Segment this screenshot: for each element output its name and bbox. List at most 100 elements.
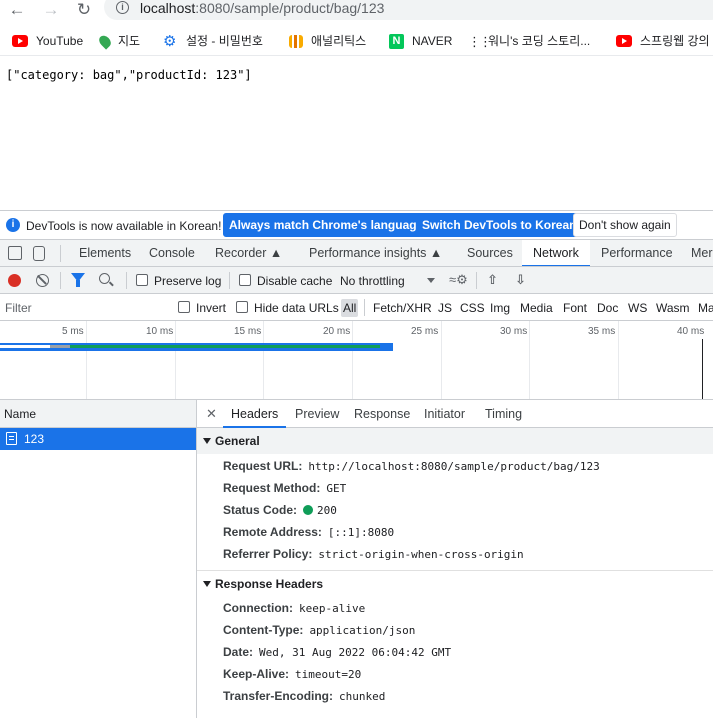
request-details-panel: ✕ Headers Preview Response Initiator Tim… (197, 400, 713, 718)
network-conditions-icon[interactable]: ≈⚙ (449, 272, 468, 288)
always-match-language-button[interactable]: Always match Chrome's language (223, 213, 430, 237)
tab-preview[interactable]: Preview (295, 400, 339, 428)
bookmark-youtube[interactable]: YouTube (12, 32, 83, 50)
header-value: timeout=20 (295, 668, 362, 681)
record-icon[interactable] (8, 274, 21, 287)
tab-performance[interactable]: Performance (601, 240, 673, 266)
tick-label: 5 ms (62, 326, 84, 337)
invert-label: Invert (196, 301, 227, 315)
tab-console[interactable]: Console (149, 240, 195, 266)
tick-label: 20 ms (323, 326, 351, 337)
filter-type-fetch-xhr[interactable]: Fetch/XHR (371, 299, 434, 317)
invert-checkbox[interactable] (178, 301, 190, 313)
bookmark-password-settings[interactable]: ⚙ 설정 - 비밀번호 (163, 32, 263, 50)
status-ok-icon (303, 505, 314, 515)
header-row-status-code: Status Code: 200 (197, 499, 713, 521)
network-toolbar: Preserve log Disable cache No throttling… (0, 267, 713, 294)
filter-type-font[interactable]: Font (561, 299, 589, 317)
naver-icon: N (389, 33, 404, 49)
grid-line (352, 321, 353, 399)
forward-arrow-icon[interactable]: → (40, 1, 62, 19)
tab-timing[interactable]: Timing (485, 400, 522, 428)
export-har-icon[interactable]: ⇩ (515, 272, 526, 288)
bookmark-coding-story[interactable]: ⋮⋮ 워니's 코딩 스토리... (468, 32, 590, 50)
clear-icon[interactable] (36, 274, 49, 287)
tab-sources[interactable]: Sources (467, 240, 513, 266)
devtools-tabbar: Elements Console Recorder ▲ Performance … (0, 240, 713, 267)
flask-icon: ▲ (429, 246, 443, 260)
network-filter-bar: Invert Hide data URLs All Fetch/XHR JS C… (0, 294, 713, 321)
tab-initiator[interactable]: Initiator (424, 400, 465, 428)
devtools-infobar: i DevTools is now available in Korean! A… (0, 210, 713, 240)
name-column-header[interactable]: Name (0, 400, 196, 428)
filter-type-img[interactable]: Img (488, 299, 512, 317)
bookmark-label: 애널리틱스 (311, 34, 367, 48)
close-icon[interactable]: ✕ (206, 406, 217, 422)
tab-recorder-label: Recorder (215, 246, 267, 260)
filter-type-manifest[interactable]: Ma (696, 299, 713, 317)
preserve-log-checkbox[interactable] (136, 274, 148, 286)
search-icon[interactable] (99, 273, 110, 284)
chevron-down-icon[interactable] (427, 278, 435, 283)
filter-type-css[interactable]: CSS (458, 299, 487, 317)
throttling-select[interactable]: No throttling (340, 274, 405, 288)
filter-type-all[interactable]: All (341, 299, 359, 317)
filter-type-doc[interactable]: Doc (595, 299, 620, 317)
header-value: keep-alive (299, 602, 366, 615)
filter-type-js[interactable]: JS (436, 299, 454, 317)
tick-label: 25 ms (411, 326, 439, 337)
filter-type-wasm[interactable]: Wasm (654, 299, 692, 317)
bookmark-naver[interactable]: N NAVER (389, 32, 452, 50)
header-row-request-method: Request Method: GET (197, 477, 713, 499)
timing-segment-queue (0, 345, 50, 348)
analytics-icon (289, 34, 303, 48)
hide-data-urls-checkbox[interactable] (236, 301, 248, 313)
tab-recorder[interactable]: Recorder ▲ (215, 240, 282, 266)
gear-icon: ⚙ (163, 32, 177, 50)
header-row-transfer-encoding: Transfer-Encoding: chunked (197, 685, 713, 707)
request-row[interactable]: 123 (0, 428, 196, 450)
response-headers-section-header[interactable]: Response Headers (197, 570, 713, 596)
bookmark-maps[interactable]: 지도 (96, 32, 140, 50)
disable-cache-checkbox[interactable] (239, 274, 251, 286)
hide-data-urls-label: Hide data URLs (254, 301, 339, 315)
header-key: Connection: (223, 601, 293, 615)
tab-memory[interactable]: Mer (691, 240, 713, 266)
filter-type-ws[interactable]: WS (626, 299, 649, 317)
filter-input[interactable] (0, 297, 166, 318)
tab-performance-insights[interactable]: Performance insights ▲ (309, 240, 443, 266)
tab-network[interactable]: Network (522, 240, 590, 266)
general-section-header[interactable]: General (197, 428, 713, 454)
site-info-icon[interactable]: i (116, 1, 129, 14)
timing-segment-waiting (70, 345, 380, 348)
bookmarks-bar: YouTube 지도 ⚙ 설정 - 비밀번호 애널리틱스 N NAVER ⋮⋮ 워니'… (0, 26, 713, 56)
tab-elements[interactable]: Elements (79, 240, 131, 266)
url-text[interactable]: localhost:8080/sample/product/bag/123 (140, 0, 384, 16)
filter-type-media[interactable]: Media (518, 299, 555, 317)
device-toolbar-icon[interactable] (33, 246, 45, 261)
dots-icon: ⋮⋮ (468, 34, 492, 49)
switch-to-korean-button[interactable]: Switch DevTools to Korean (416, 213, 583, 237)
header-key: Transfer-Encoding: (223, 689, 334, 703)
response-headers-title: Response Headers (215, 577, 324, 591)
header-row-keep-alive: Keep-Alive: timeout=20 (197, 663, 713, 685)
filter-icon[interactable] (71, 273, 85, 287)
details-tabbar: ✕ Headers Preview Response Initiator Tim… (197, 400, 713, 428)
tick-label: 40 ms (677, 326, 705, 337)
bookmark-analytics[interactable]: 애널리틱스 (289, 32, 366, 50)
network-overview-timeline[interactable]: 5 ms 10 ms 15 ms 20 ms 25 ms 30 ms 35 ms… (0, 321, 713, 400)
dont-show-again-button[interactable]: Don't show again (573, 213, 677, 237)
bookmark-spring-web[interactable]: 스프링웹 강의 (616, 32, 710, 50)
back-arrow-icon[interactable]: ← (6, 1, 28, 19)
header-row-referrer-policy: Referrer Policy: strict-origin-when-cross… (197, 543, 713, 565)
reload-icon[interactable]: ↻ (73, 1, 95, 19)
tab-response[interactable]: Response (354, 400, 410, 428)
address-bar[interactable]: i localhost:8080/sample/product/bag/123 (104, 0, 713, 20)
inspect-element-icon[interactable] (8, 246, 22, 260)
tick-label: 10 ms (146, 326, 174, 337)
tick-label: 35 ms (588, 326, 616, 337)
header-row-remote-address: Remote Address: [::1]:8080 (197, 521, 713, 543)
tab-headers[interactable]: Headers (223, 400, 287, 428)
import-har-icon[interactable]: ⇧ (487, 272, 498, 288)
preserve-log-label: Preserve log (154, 274, 222, 288)
